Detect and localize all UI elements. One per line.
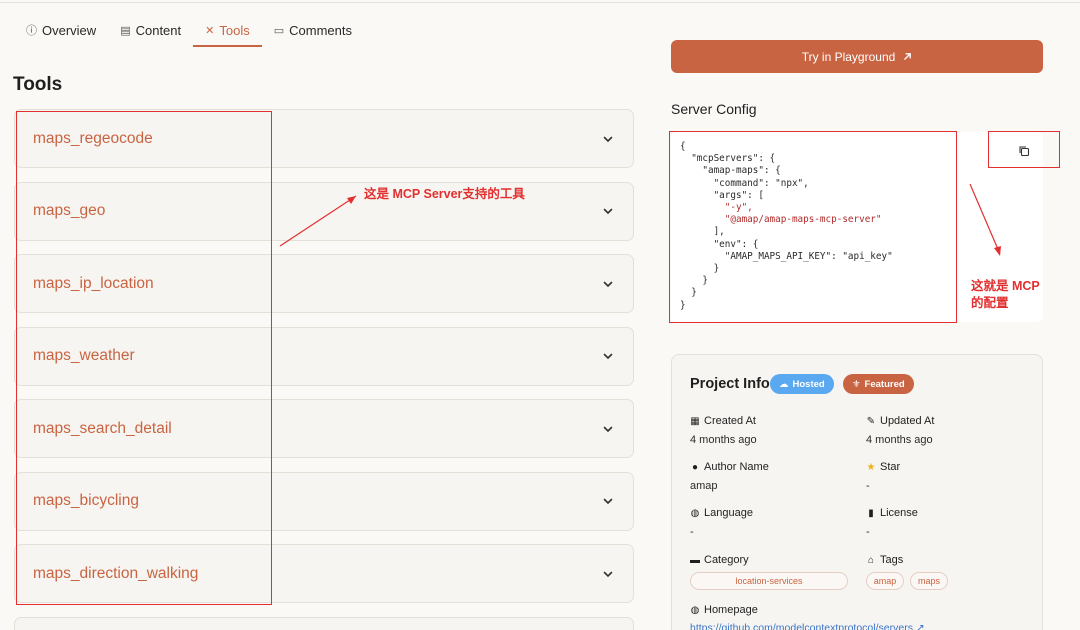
chevron-down-icon — [601, 494, 615, 508]
tool-name: maps_regeocode — [33, 129, 153, 147]
server-config-code[interactable]: { "mcpServers": { "amap-maps": { "comman… — [680, 141, 893, 312]
tab-label: Tools — [219, 22, 250, 38]
annotation-tools-text: 这是 MCP Server支持的工具 — [364, 187, 525, 201]
chevron-down-icon — [601, 132, 615, 146]
tool-name: maps_ip_location — [33, 274, 154, 292]
cloud-icon: ☁ — [779, 378, 789, 390]
tool-row-partial[interactable] — [14, 617, 634, 630]
tool-row-maps-bicycling[interactable]: maps_bicycling — [14, 471, 634, 531]
language-value: - — [690, 526, 694, 538]
homepage-label: ◍ Homepage — [690, 604, 758, 616]
copy-config-button[interactable] — [1014, 143, 1034, 159]
tag-icon: ⌂ — [867, 554, 875, 566]
category-tag[interactable]: location-services — [690, 572, 848, 590]
tools-heading: Tools — [13, 74, 63, 95]
medal-icon: ⚜ — [852, 378, 861, 390]
author-name-label: ● Author Name — [691, 461, 769, 473]
folder-icon: ▬ — [690, 554, 700, 566]
tab-content[interactable]: ▤ Content — [108, 14, 193, 46]
tools-icon: ✕ — [205, 24, 215, 37]
tool-row-maps-weather[interactable]: maps_weather — [14, 326, 634, 386]
tool-name: maps_bicycling — [33, 492, 139, 509]
language-label: ◍ Language — [690, 507, 753, 519]
tool-name: maps_geo — [33, 202, 106, 219]
chevron-down-icon — [601, 567, 615, 581]
tool-row-maps-ip-location[interactable]: maps_ip_location — [14, 254, 634, 313]
code-line: } — [680, 275, 708, 287]
code-line: "amap-maps": { — [680, 165, 781, 177]
hosted-badge: ☁ Hosted — [770, 374, 834, 394]
edit-icon: ✎ — [866, 415, 876, 427]
code-line: "command": "npx", — [680, 177, 809, 189]
code-line: ], — [680, 226, 725, 238]
arrow-up-right-icon — [903, 50, 912, 64]
code-line: } — [680, 299, 686, 311]
star-value: - — [866, 480, 870, 492]
tab-label: Comments — [289, 22, 352, 38]
code-line: "AMAP_MAPS_API_KEY": "api_key" — [680, 250, 893, 262]
info-circle-icon: ⓘ — [26, 25, 37, 37]
created-at-value: 4 months ago — [690, 434, 757, 446]
annotation-arrow-config — [969, 183, 1001, 256]
license-icon: ▮ — [868, 507, 874, 519]
tags-label: ⌂ Tags — [867, 554, 904, 566]
chevron-down-icon — [601, 349, 615, 363]
try-in-playground-button[interactable]: Try in Playground — [671, 40, 1043, 73]
tag-maps[interactable]: maps — [910, 572, 948, 590]
code-line: { — [680, 141, 686, 152]
code-line: } — [680, 263, 720, 275]
comment-icon: ▭ — [273, 24, 285, 37]
chevron-down-icon — [601, 204, 615, 218]
hosted-badge-label: Hosted — [792, 378, 825, 390]
tab-label: Content — [135, 22, 182, 38]
star-icon: ★ — [866, 461, 876, 473]
server-config-title: Server Config — [671, 101, 757, 117]
document-icon: ▤ — [120, 24, 131, 37]
featured-badge-label: Featured — [864, 378, 905, 390]
updated-at-label: ✎ Updated At — [866, 415, 935, 427]
tab-overview[interactable]: ⓘ Overview — [14, 14, 108, 46]
code-line: "env": { — [680, 238, 759, 250]
chevron-down-icon — [601, 277, 615, 291]
tool-name: maps_search_detail — [33, 419, 172, 437]
chevron-down-icon — [601, 422, 615, 436]
license-label: ▮ License — [866, 507, 918, 519]
tab-label: Overview — [42, 22, 97, 38]
code-line: "mcpServers": { — [680, 153, 776, 165]
tab-bar: ⓘ Overview ▤ Content ✕ Tools ▭ Comments — [14, 14, 364, 47]
calendar-icon: ▦ — [690, 415, 700, 427]
author-name-value: amap — [690, 480, 718, 492]
tab-tools[interactable]: ✕ Tools — [193, 14, 262, 47]
project-info-title: Project Info — [690, 376, 770, 392]
category-label: ▬ Category — [690, 554, 749, 566]
tool-name: maps_weather — [33, 347, 135, 364]
featured-badge: ⚜ Featured — [843, 374, 914, 394]
annotation-config-line: 的配置 — [971, 296, 1009, 310]
created-at-label: ▦ Created At — [690, 415, 756, 427]
tab-comments[interactable]: ▭ Comments — [262, 14, 364, 46]
tag-amap[interactable]: amap — [866, 572, 904, 590]
annotation-arrow-tools — [279, 195, 357, 247]
globe-icon: ◍ — [690, 604, 700, 616]
code-line: "args": [ — [680, 189, 764, 201]
copy-icon — [1019, 146, 1030, 157]
code-line: } — [680, 287, 697, 299]
updated-at-value: 4 months ago — [866, 434, 933, 446]
code-line: "@amap/amap-maps-mcp-server" — [680, 214, 882, 226]
tool-row-maps-regeocode[interactable]: maps_regeocode — [14, 109, 634, 168]
tool-name: maps_direction_walking — [33, 564, 199, 582]
tool-list: maps_regeocode maps_geo maps_ip_location… — [14, 109, 634, 617]
star-label: ★ Star — [866, 461, 901, 473]
homepage-link[interactable]: https://github.com/modelcontextprotocol/… — [690, 622, 925, 630]
try-button-label: Try in Playground — [801, 49, 896, 64]
annotation-config-text: 这就是 MCP 的配置 — [971, 278, 1040, 312]
top-divider — [0, 2, 1080, 3]
code-line: "-y", — [680, 202, 753, 214]
annotation-config-line: 这就是 MCP — [971, 279, 1040, 293]
license-value: - — [866, 526, 870, 538]
tool-row-maps-search-detail[interactable]: maps_search_detail — [14, 399, 634, 458]
globe-icon: ◍ — [690, 507, 700, 519]
user-icon: ● — [691, 461, 699, 473]
tool-row-maps-direction-walking[interactable]: maps_direction_walking — [14, 544, 634, 603]
